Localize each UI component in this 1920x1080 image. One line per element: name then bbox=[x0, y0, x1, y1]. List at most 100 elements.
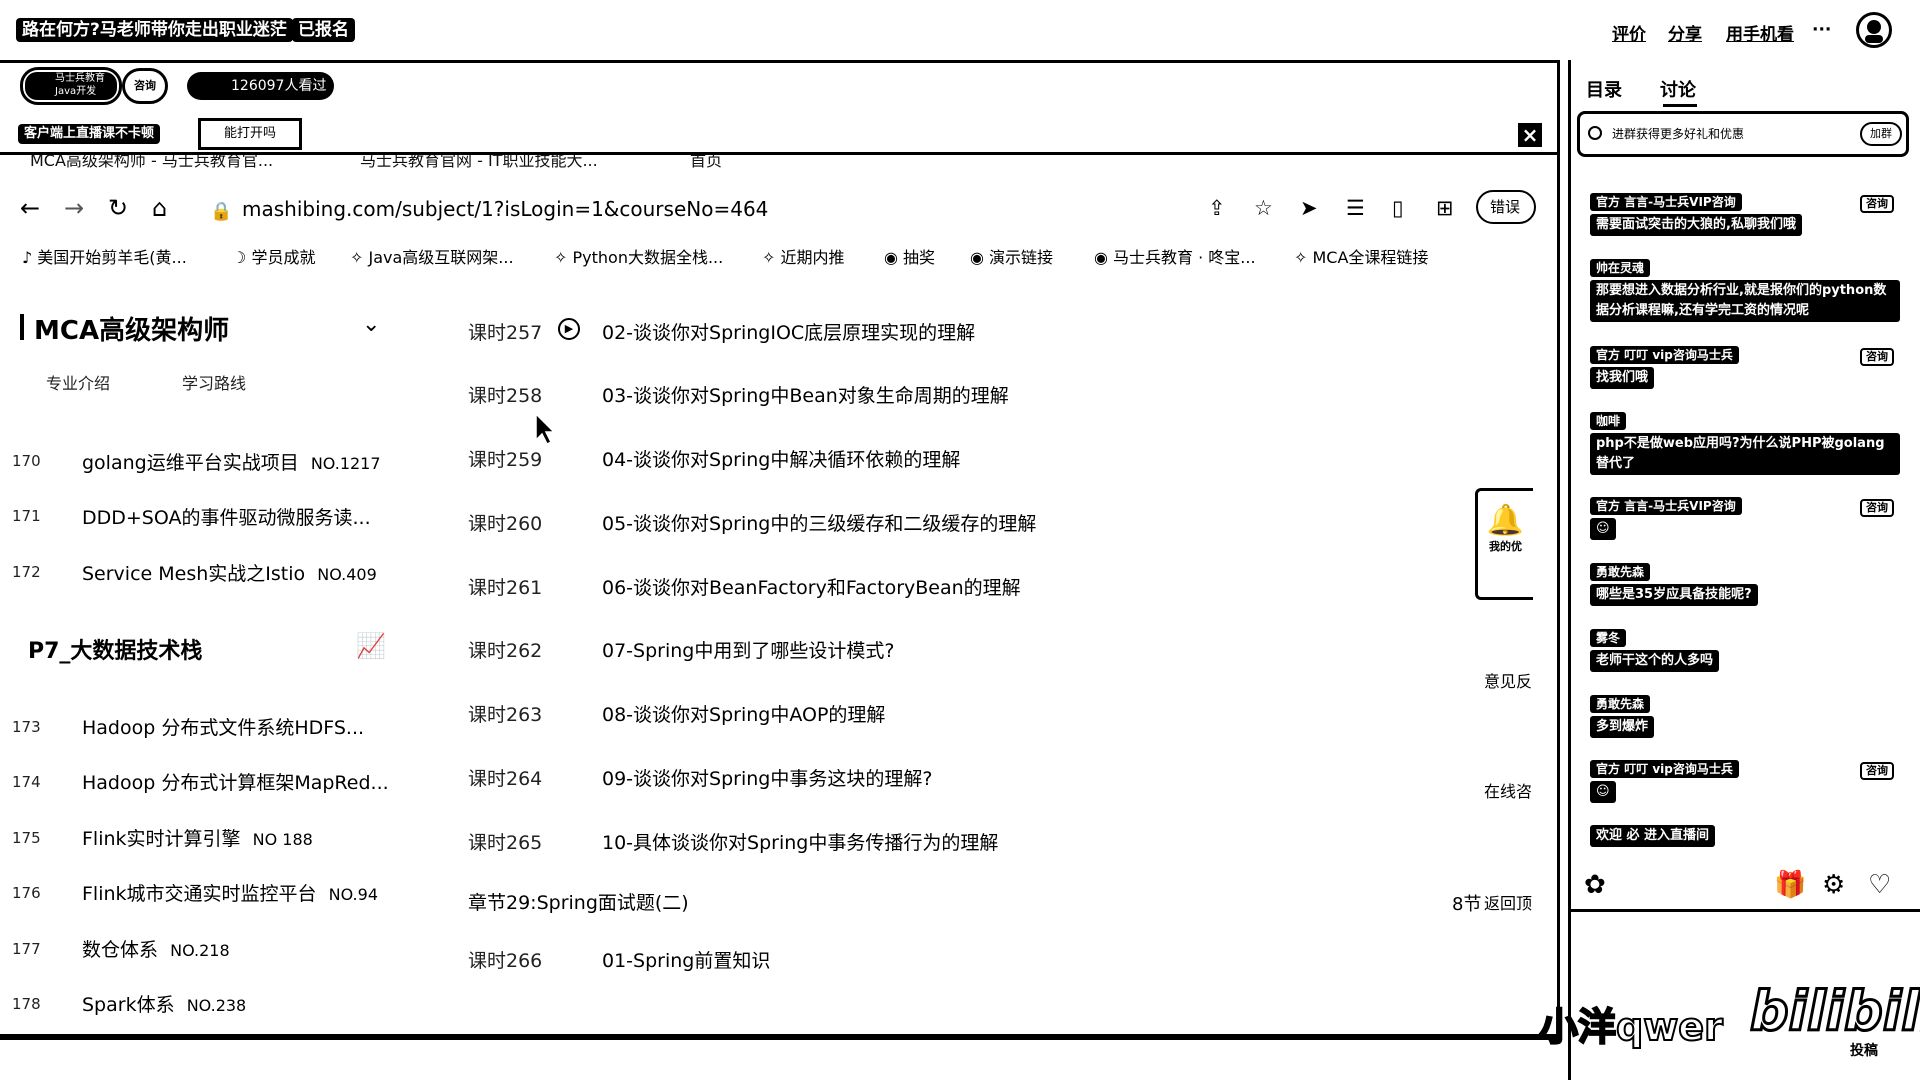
chat-username: 官方 言言-马士兵VIP咨询 bbox=[1590, 497, 1742, 515]
url-bar[interactable]: mashibing.com/subject/1?isLogin=1&course… bbox=[242, 197, 768, 221]
profile-icon[interactable]: ⊞ bbox=[1436, 196, 1454, 220]
bookmark-icon: ✧ bbox=[762, 248, 781, 267]
extension-icon[interactable]: ➤ bbox=[1300, 196, 1318, 220]
tab-intro[interactable]: 专业介绍 bbox=[46, 370, 110, 394]
consult-badge[interactable]: 咨询 bbox=[1860, 195, 1894, 213]
tab-catalog[interactable]: 目录 bbox=[1586, 76, 1622, 102]
rate-button[interactable]: 评价 bbox=[1612, 20, 1646, 45]
lesson-number: 课时257 bbox=[468, 322, 543, 344]
tab-indicator bbox=[1663, 104, 1697, 107]
home-icon[interactable]: ⌂ bbox=[152, 196, 167, 220]
play-icon[interactable]: ▶ bbox=[558, 318, 580, 340]
lesson-title[interactable]: 01-Spring前置知识 bbox=[602, 946, 770, 973]
chat-message: php不是做web应用吗?为什么说PHP被golang替代了 bbox=[1590, 433, 1900, 475]
reader-icon[interactable]: ☰ bbox=[1346, 196, 1365, 220]
share-icon[interactable]: ⇪ bbox=[1208, 196, 1226, 220]
consult-badge[interactable]: 咨询 bbox=[1860, 348, 1894, 366]
share-button[interactable]: 分享 bbox=[1668, 20, 1702, 45]
list-item[interactable]: 数仓体系 NO.218 bbox=[82, 935, 230, 962]
chat-username: 官方 叮叮 vip咨询马士兵 bbox=[1590, 346, 1739, 364]
lesson-title[interactable]: 06-谈谈你对BeanFactory和FactoryBean的理解 bbox=[602, 573, 1021, 600]
bookmark-item[interactable]: ✧ Python大数据全栈... bbox=[554, 244, 723, 268]
bookmark-item[interactable]: ◉ 抽奖 bbox=[884, 244, 935, 268]
avatar[interactable] bbox=[1856, 12, 1892, 48]
list-item[interactable]: Spark体系 NO.238 bbox=[82, 990, 246, 1017]
chat-message: ☺ bbox=[1590, 781, 1616, 803]
lesson-title[interactable]: 04-谈谈你对Spring中解决循环依赖的理解 bbox=[602, 445, 960, 472]
emoji-icon[interactable]: ✿ bbox=[1584, 870, 1606, 900]
chat-message: 哪些是35岁应具备技能呢? bbox=[1590, 584, 1758, 606]
client-tip[interactable]: 客户端上直播课不卡顿 bbox=[18, 124, 161, 144]
list-item[interactable]: Hadoop 分布式计算框架MapRed... bbox=[82, 768, 389, 795]
tab-discussion[interactable]: 讨论 bbox=[1660, 76, 1696, 102]
consult-button[interactable]: 咨询 bbox=[122, 68, 168, 104]
back-icon[interactable]: ← bbox=[20, 196, 40, 220]
item-number: 175 bbox=[12, 829, 41, 847]
star-icon[interactable]: ☆ bbox=[1254, 196, 1273, 220]
open-client-button[interactable]: 能打开吗 bbox=[198, 118, 302, 150]
coupon-card[interactable]: 🔔 我的优 bbox=[1475, 488, 1533, 600]
bookmark-item[interactable]: ✧ Java高级互联网架... bbox=[350, 244, 514, 268]
heart-icon[interactable]: ♡ bbox=[1868, 870, 1891, 900]
close-icon[interactable]: × bbox=[1518, 123, 1542, 147]
lesson-number: 课时258 bbox=[468, 385, 543, 407]
lesson-number: 课时259 bbox=[468, 449, 543, 471]
tab-roadmap[interactable]: 学习路线 bbox=[182, 370, 246, 394]
browser-tab[interactable]: 马士兵教育官网 - IT职业技能大... bbox=[360, 155, 660, 173]
list-item[interactable]: Service Mesh实战之Istio NO.409 bbox=[82, 559, 377, 586]
online-consult-link[interactable]: 在线咨 bbox=[1484, 778, 1532, 802]
list-item[interactable]: Hadoop 分布式文件系统HDFS... bbox=[82, 713, 364, 740]
browser-tab[interactable]: MCA高级架构师 - 马士兵教育官... bbox=[30, 155, 330, 173]
list-item[interactable]: Flink实时计算引擎 NO 188 bbox=[82, 824, 313, 851]
list-item[interactable]: Flink城市交通实时监控平台 NO.94 bbox=[82, 879, 378, 906]
item-number: 173 bbox=[12, 718, 41, 736]
mobile-watch-button[interactable]: 用手机看 bbox=[1726, 20, 1794, 45]
chat-message: 需要面试突击的大狼的,私聊我们哦 bbox=[1590, 214, 1802, 236]
feedback-link[interactable]: 意见反 bbox=[1484, 668, 1532, 692]
consult-badge[interactable]: 咨询 bbox=[1860, 499, 1894, 517]
list-item[interactable]: golang运维平台实战项目 NO.1217 bbox=[82, 448, 381, 475]
lesson-title[interactable]: 05-谈谈你对Spring中的三级缓存和二级缓存的理解 bbox=[602, 509, 1036, 536]
chart-icon[interactable]: 📈 bbox=[356, 632, 386, 660]
browser-tab[interactable]: 首页 bbox=[690, 155, 810, 173]
bookmark-item[interactable]: ◉ 演示链接 bbox=[970, 244, 1053, 268]
bookmark-item[interactable]: ◉ 马士兵教育 · 咚宝... bbox=[1094, 244, 1256, 268]
logo-text: 马士兵教育 Java开发 bbox=[25, 72, 117, 100]
divider bbox=[0, 1037, 1560, 1040]
chapter-title[interactable]: 章节29:Spring面试题(二) bbox=[468, 888, 689, 915]
bookmark-item[interactable]: ♪ 美国开始剪羊毛(黄... bbox=[22, 244, 187, 268]
consult-badge[interactable]: 咨询 bbox=[1860, 762, 1894, 780]
chapter-count: 8节 bbox=[1452, 894, 1482, 915]
item-number: 172 bbox=[12, 563, 41, 581]
chevron-down-icon[interactable]: ⌄ bbox=[362, 312, 380, 337]
chat-username: 咖啡 bbox=[1590, 412, 1627, 430]
more-button[interactable]: ··· bbox=[1812, 20, 1831, 40]
back-to-top-button[interactable]: 返回顶 bbox=[1484, 890, 1532, 914]
reload-icon[interactable]: ↻ bbox=[108, 196, 128, 220]
bookmark-item[interactable]: ✧ MCA全课程链接 bbox=[1294, 244, 1428, 268]
user-icon bbox=[1865, 20, 1883, 43]
error-button[interactable]: 错误 bbox=[1476, 190, 1536, 224]
lesson-title[interactable]: 08-谈谈你对Spring中AOP的理解 bbox=[602, 700, 885, 727]
live-title: 路在何方?马老师带你走出职业迷茫 bbox=[16, 18, 293, 42]
lesson-title[interactable]: 09-谈谈你对Spring中事务这块的理解? bbox=[602, 764, 932, 791]
join-group-button[interactable]: 加群 bbox=[1860, 122, 1902, 146]
lesson-number: 课时263 bbox=[468, 704, 543, 726]
lesson-title[interactable]: 07-Spring中用到了哪些设计模式? bbox=[602, 636, 894, 663]
watermark-sub: 投稿 bbox=[1850, 1043, 1878, 1059]
lesson-title[interactable]: 10-具体谈谈你对Spring中事务传播行为的理解 bbox=[602, 828, 998, 855]
list-item[interactable]: DDD+SOA的事件驱动微服务读... bbox=[82, 503, 371, 530]
chat-message: ☺ bbox=[1590, 518, 1616, 540]
bookmark-icon: ☽ bbox=[232, 248, 252, 267]
lesson-number: 课时265 bbox=[468, 832, 543, 854]
gift-icon[interactable]: 🎁 bbox=[1774, 870, 1806, 900]
settings-icon[interactable]: ⚙ bbox=[1822, 870, 1845, 900]
lesson-number: 课时261 bbox=[468, 577, 543, 599]
bookmark-item[interactable]: ☽ 学员成就 bbox=[232, 244, 315, 268]
sidebar-icon[interactable]: ▯ bbox=[1392, 196, 1404, 220]
forward-icon[interactable]: → bbox=[64, 196, 84, 220]
lesson-title[interactable]: 03-谈谈你对Spring中Bean对象生命周期的理解 bbox=[602, 381, 1009, 408]
bookmark-item[interactable]: ✧ 近期内推 bbox=[762, 244, 845, 268]
lesson-title[interactable]: 02-谈谈你对SpringIOC底层原理实现的理解 bbox=[602, 318, 975, 345]
enrolled-badge[interactable]: 已报名 bbox=[292, 18, 355, 42]
